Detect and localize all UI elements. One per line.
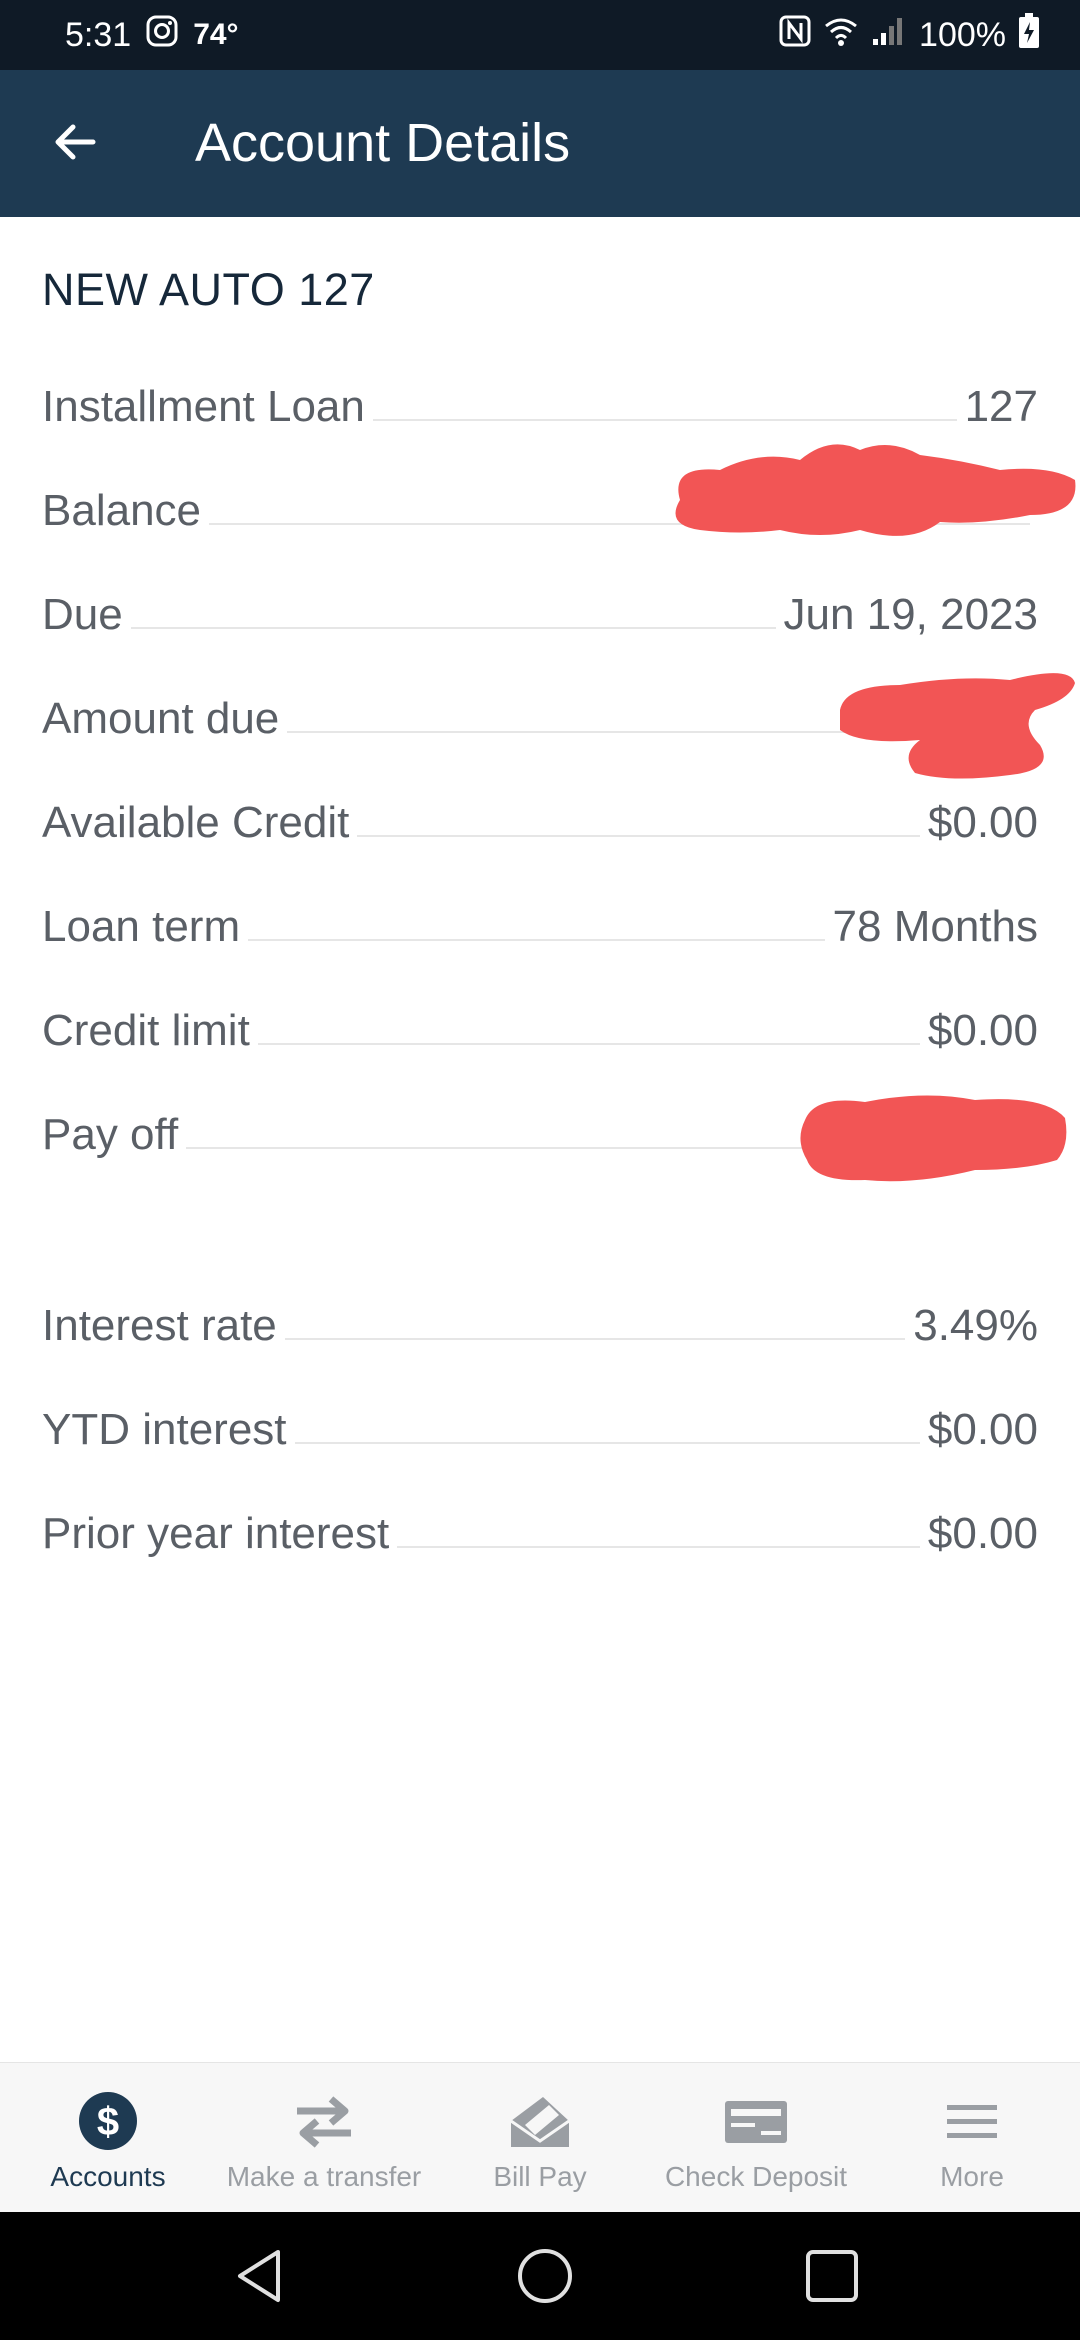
detail-label: Available Credit [42, 798, 350, 847]
redaction-amount-due [840, 673, 1075, 779]
system-recents-button[interactable] [802, 2246, 862, 2306]
leader-line [130, 627, 776, 629]
triangle-back-icon [238, 2250, 280, 2302]
back-arrow-icon [51, 118, 99, 171]
status-left: 5:31 74° [65, 0, 239, 70]
detail-value: $0.00 [927, 798, 1038, 847]
status-right: 100% [779, 0, 1040, 70]
detail-label: Due [42, 590, 123, 639]
detail-label: Amount due [42, 694, 280, 743]
bill-pay-icon [505, 2091, 575, 2151]
detail-label: Pay off [42, 1110, 179, 1159]
status-temperature: 74° [193, 18, 239, 51]
battery-charging-icon [1018, 12, 1040, 58]
status-battery: 100% [919, 15, 1006, 54]
status-bar: 5:31 74° 100% [0, 0, 1080, 70]
detail-label: YTD interest [42, 1405, 287, 1454]
nav-label: More [940, 2161, 1004, 2192]
detail-label: Installment Loan [42, 382, 365, 431]
page-title: Account Details [195, 113, 571, 173]
leader-line [248, 939, 825, 941]
system-back-button[interactable] [230, 2246, 290, 2306]
detail-value: $0.00 [927, 1509, 1038, 1558]
detail-value: 3.49% [913, 1301, 1038, 1350]
circle-home-icon [518, 2249, 572, 2303]
status-time: 5:31 [65, 15, 132, 54]
detail-value: 78 Months [832, 902, 1038, 951]
detail-label: Credit limit [42, 1006, 250, 1055]
system-navigation-bar [0, 2212, 1080, 2340]
account-name: NEW AUTO 127 [42, 264, 375, 315]
nav-more[interactable]: More [864, 2063, 1080, 2213]
leader-line [357, 835, 920, 837]
leader-line [397, 1546, 920, 1548]
detail-label: Prior year interest [42, 1509, 390, 1558]
leader-line [257, 1043, 920, 1045]
detail-row-interest-rate: Interest rate 3.49% [42, 1268, 1038, 1358]
detail-row-ytd-interest: YTD interest $0.00 [42, 1372, 1038, 1462]
detail-value: Jun 19, 2023 [783, 590, 1038, 639]
redaction-balance [675, 444, 1076, 536]
instagram-icon [145, 14, 179, 57]
nav-label: Make a transfer [226, 2161, 422, 2192]
nav-label: Bill Pay [493, 2161, 587, 2192]
system-home-button[interactable] [515, 2246, 575, 2306]
wifi-icon [823, 14, 859, 57]
nav-bill-pay[interactable]: Bill Pay [432, 2063, 648, 2213]
leader-line [294, 1442, 920, 1444]
leader-line [372, 419, 957, 421]
nfc-icon [779, 15, 811, 56]
back-button[interactable] [30, 108, 120, 180]
detail-label: Balance [42, 486, 202, 535]
nav-label: Accounts [50, 2161, 166, 2192]
app-bar: Account Details [0, 70, 1080, 217]
detail-label: Interest rate [42, 1301, 277, 1350]
redaction-pay-off [800, 1095, 1067, 1182]
svg-text:$: $ [97, 2100, 119, 2144]
detail-row-loan-term: Loan term 78 Months [42, 869, 1038, 959]
menu-icon [937, 2091, 1007, 2151]
check-icon [721, 2091, 791, 2151]
bottom-navigation: $ Accounts Make a transfer Bill Pay Chec… [0, 2062, 1080, 2213]
detail-row-due: Due Jun 19, 2023 [42, 557, 1038, 647]
detail-value: $0.00 [927, 1405, 1038, 1454]
detail-row-credit-limit: Credit limit $0.00 [42, 973, 1038, 1063]
nav-accounts[interactable]: $ Accounts [0, 2063, 216, 2213]
transfer-arrows-icon [289, 2091, 359, 2151]
detail-label: Loan term [42, 902, 241, 951]
dollar-circle-icon: $ [73, 2091, 143, 2151]
signal-icon [871, 15, 907, 56]
square-recents-icon [806, 2250, 858, 2302]
detail-value: $0.00 [927, 1006, 1038, 1055]
detail-row-installment-loan: Installment Loan 127 [42, 349, 1038, 439]
nav-make-a-transfer[interactable]: Make a transfer [216, 2063, 432, 2213]
leader-line [284, 1338, 906, 1340]
nav-check-deposit[interactable]: Check Deposit [648, 2063, 864, 2213]
nav-label: Check Deposit [664, 2161, 848, 2192]
detail-row-prior-year-interest: Prior year interest $0.00 [42, 1476, 1038, 1566]
